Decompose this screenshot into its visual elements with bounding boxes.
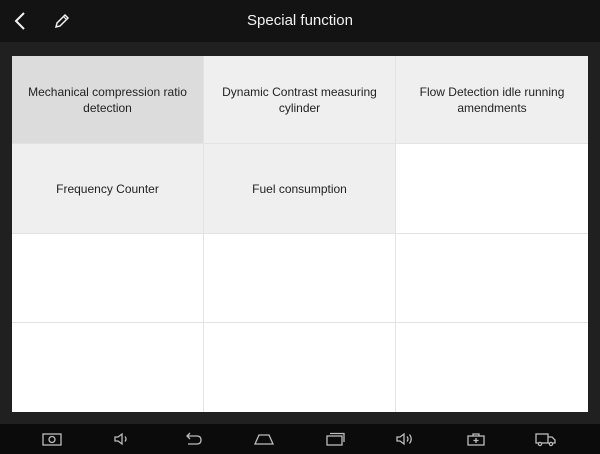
nav-back-button[interactable] bbox=[179, 428, 207, 450]
function-fuel-consumption[interactable]: Fuel consumption bbox=[204, 144, 396, 234]
truck-icon bbox=[535, 433, 556, 447]
function-dynamic-contrast[interactable]: Dynamic Contrast measuring cylinder bbox=[204, 56, 396, 144]
toolbox-button[interactable] bbox=[462, 428, 490, 450]
empty-cell bbox=[204, 234, 396, 323]
pencil-icon bbox=[54, 13, 70, 29]
top-bar: Special function bbox=[0, 0, 600, 42]
system-nav-bar bbox=[0, 424, 600, 454]
empty-cell bbox=[12, 234, 204, 323]
page-title: Special function bbox=[247, 12, 353, 29]
empty-cell bbox=[396, 144, 588, 234]
empty-cell bbox=[12, 323, 204, 412]
screenshot-button[interactable] bbox=[38, 428, 66, 450]
function-label: Flow Detection idle running amendments bbox=[419, 84, 565, 115]
truck-button[interactable] bbox=[532, 428, 560, 450]
function-frequency-counter[interactable]: Frequency Counter bbox=[12, 144, 204, 234]
back-icon bbox=[186, 432, 202, 445]
volume-down-icon bbox=[114, 432, 127, 446]
volume-down-button[interactable] bbox=[108, 428, 136, 450]
function-label: Mechanical compression ratio detection bbox=[28, 84, 187, 115]
function-label: Frequency Counter bbox=[56, 181, 159, 196]
function-flow-detection[interactable]: Flow Detection idle running amendments bbox=[396, 56, 588, 144]
home-button[interactable] bbox=[250, 428, 278, 450]
empty-cell bbox=[204, 323, 396, 412]
recent-apps-button[interactable] bbox=[321, 428, 349, 450]
function-grid: Mechanical compression ratio detection D… bbox=[12, 56, 588, 412]
edit-button[interactable] bbox=[48, 6, 76, 36]
volume-up-button[interactable] bbox=[391, 428, 419, 450]
empty-cell bbox=[396, 234, 588, 323]
back-arrow-icon bbox=[14, 12, 25, 30]
back-button[interactable] bbox=[6, 6, 34, 36]
volume-up-icon bbox=[396, 432, 412, 446]
function-label: Dynamic Contrast measuring cylinder bbox=[222, 84, 377, 115]
home-icon bbox=[253, 434, 275, 445]
screenshot-icon bbox=[42, 433, 62, 446]
function-label: Fuel consumption bbox=[252, 181, 347, 196]
toolbox-icon bbox=[467, 433, 485, 446]
recent-apps-icon bbox=[326, 432, 345, 446]
empty-cell bbox=[396, 323, 588, 412]
function-mechanical-compression-ratio[interactable]: Mechanical compression ratio detection bbox=[12, 56, 204, 144]
